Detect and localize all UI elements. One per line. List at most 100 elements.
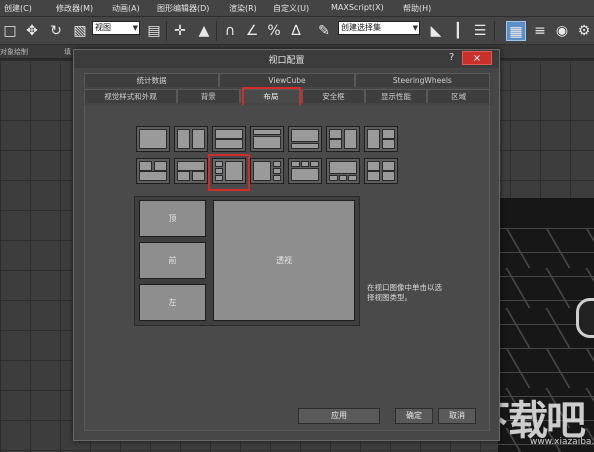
- toolbar-separator: [216, 21, 217, 41]
- layout-cell: [329, 139, 343, 149]
- tab-safe-frames[interactable]: 安全框: [302, 89, 365, 103]
- layout-preset-6[interactable]: [326, 126, 360, 152]
- mirror-icon[interactable]: ◣: [426, 21, 446, 41]
- menu-animation[interactable]: 动画(A): [112, 3, 140, 14]
- edit-named-selections-icon[interactable]: ✎: [314, 21, 334, 41]
- layout-cell: [310, 161, 319, 167]
- select-cursor-icon[interactable]: □: [0, 21, 20, 41]
- material-editor-icon[interactable]: ◉: [552, 21, 572, 41]
- spinner-snap-icon[interactable]: ∆: [286, 21, 306, 41]
- layout-preset-9[interactable]: [174, 158, 208, 184]
- menu-bar: 创建(C) 修改器(M) 动画(A) 图形编辑器(D) 渲染(R) 自定义(U)…: [0, 0, 594, 17]
- ribbon-object-paint[interactable]: 对象绘制: [0, 47, 28, 57]
- layout-preset-2[interactable]: [174, 126, 208, 152]
- layout-preset-graphic: [177, 161, 205, 181]
- layout-preset-graphic: [291, 161, 319, 181]
- viewport-perspective[interactable]: 透视: [213, 200, 355, 321]
- viewport-top[interactable]: 顶: [139, 200, 206, 237]
- layout-cell: [291, 161, 300, 167]
- menu-create[interactable]: 创建(C): [4, 3, 32, 14]
- close-button[interactable]: ×: [462, 51, 492, 65]
- menu-maxscript[interactable]: MAXScript(X): [331, 3, 384, 12]
- layout-preset-graphic: [139, 161, 167, 181]
- keyboard-shortcut-icon[interactable]: ▲: [194, 21, 214, 41]
- ribbon-populate[interactable]: 填: [64, 47, 71, 57]
- layout-cell: [191, 129, 205, 149]
- render-setup-icon[interactable]: ⚙: [574, 21, 594, 41]
- layout-preset-1[interactable]: [136, 126, 170, 152]
- tab-visual-style[interactable]: 视觉样式和外观: [84, 89, 177, 103]
- tab-steeringwheels[interactable]: SteeringWheels: [354, 73, 490, 87]
- tab-display-performance[interactable]: 显示性能: [364, 89, 428, 103]
- layout-preset-3[interactable]: [212, 126, 246, 152]
- layout-cell: [272, 161, 281, 168]
- align-icon[interactable]: ┃: [448, 21, 468, 41]
- layout-preset-13[interactable]: [326, 158, 360, 184]
- tab-viewcube[interactable]: ViewCube: [219, 73, 355, 87]
- chevron-down-icon: ▼: [412, 24, 418, 32]
- dialog-titlebar[interactable]: 视口配置 ? ×: [74, 50, 499, 68]
- layout-preset-12[interactable]: [288, 158, 322, 184]
- tab-statistics[interactable]: 统计数据: [84, 73, 220, 87]
- cancel-button[interactable]: 取消: [438, 408, 476, 424]
- layout-cell: [300, 161, 310, 167]
- selected-layout-highlight: [208, 154, 250, 191]
- ok-button[interactable]: 确定: [395, 408, 433, 424]
- schematic-view-icon[interactable]: ≡: [530, 21, 550, 41]
- viewport-config-dialog: 视口配置 ? × 统计数据 ViewCube SteeringWheels 视觉…: [73, 49, 500, 441]
- toolbar-separator: [494, 21, 495, 41]
- menu-customize[interactable]: 自定义(U): [273, 3, 309, 14]
- layout-cell: [153, 161, 167, 171]
- layout-preset-7[interactable]: [364, 126, 398, 152]
- layout-cell: [381, 139, 395, 149]
- apply-button[interactable]: 应用: [298, 408, 380, 424]
- help-icon[interactable]: ?: [449, 52, 454, 63]
- layout-preview: 顶 前 左 透视: [134, 196, 360, 326]
- menu-help[interactable]: 帮助(H): [403, 3, 431, 14]
- reference-coord-value: 视图: [95, 23, 111, 32]
- layout-preset-graphic: [139, 129, 167, 149]
- layout-cell: [177, 129, 191, 149]
- layout-cell: [291, 129, 319, 143]
- layout-preset-graphic: [177, 129, 205, 149]
- viewport-left-label: 左: [168, 298, 177, 307]
- layout-cell: [367, 129, 381, 149]
- layout-cell: [272, 167, 281, 175]
- layout-cell: [381, 171, 395, 181]
- viewport-front[interactable]: 前: [139, 242, 206, 279]
- scale-icon[interactable]: ▧: [70, 21, 90, 41]
- snap-icon[interactable]: ∩: [220, 21, 240, 41]
- named-selection-set[interactable]: 创建选择集 ▼: [338, 21, 420, 35]
- layout-cell: [139, 171, 167, 181]
- layout-preset-11[interactable]: [250, 158, 284, 184]
- main-toolbar: □ ✥ ↻ ▧ 视图 ▼ ▤ ✛ ▲ ∩ ∠ % ∆ ✎ 创建选择集 ▼ ◣ ┃…: [0, 17, 594, 45]
- tab-background[interactable]: 背景: [176, 89, 240, 103]
- angle-snap-icon[interactable]: ∠: [242, 21, 262, 41]
- layout-cell: [253, 129, 281, 135]
- layout-cell: [139, 129, 167, 149]
- layout-cell: [338, 175, 348, 181]
- rotate-icon[interactable]: ↻: [46, 21, 66, 41]
- layout-preset-5[interactable]: [288, 126, 322, 152]
- layers-icon[interactable]: ☰: [470, 21, 490, 41]
- menu-modifiers[interactable]: 修改器(M): [56, 3, 93, 14]
- curve-editor-icon[interactable]: ▦: [506, 21, 526, 41]
- select-and-manipulate-icon[interactable]: ✛: [170, 21, 190, 41]
- scene-object: [576, 298, 594, 338]
- viewport-left[interactable]: 左: [139, 284, 206, 321]
- menu-graph-editors[interactable]: 图形编辑器(D): [157, 3, 209, 14]
- layout-cell: [291, 167, 319, 181]
- reference-coord-select[interactable]: 视图 ▼: [92, 21, 140, 35]
- layout-preset-8[interactable]: [136, 158, 170, 184]
- percent-snap-icon[interactable]: %: [264, 21, 284, 41]
- tab-regions[interactable]: 区域: [427, 89, 490, 103]
- menu-rendering[interactable]: 渲染(R): [229, 3, 257, 14]
- layout-preset-4[interactable]: [250, 126, 284, 152]
- layout-preset-14[interactable]: [364, 158, 398, 184]
- layout-cell: [215, 139, 243, 149]
- layout-preset-graphic: [329, 161, 357, 181]
- pivot-icon[interactable]: ▤: [144, 21, 164, 41]
- dialog-title: 视口配置: [268, 56, 305, 66]
- move-icon[interactable]: ✥: [22, 21, 42, 41]
- layout-cell: [329, 161, 357, 175]
